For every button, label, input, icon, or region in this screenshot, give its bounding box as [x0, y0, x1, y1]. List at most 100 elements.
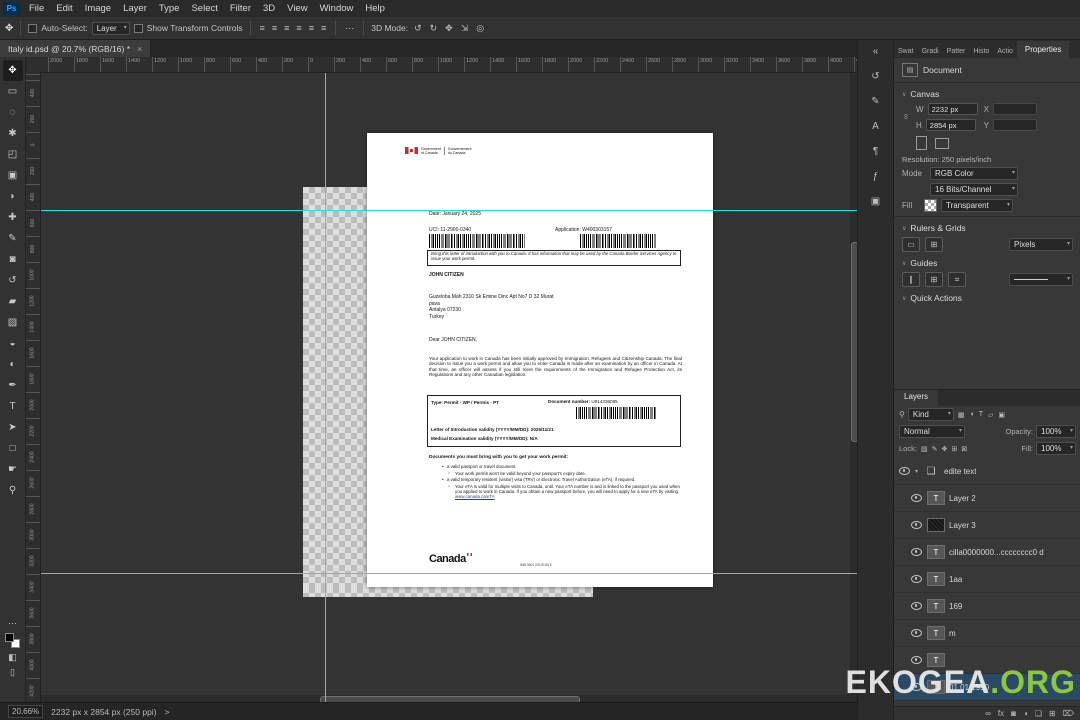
lock-transparency-icon[interactable]: ▨ — [920, 445, 929, 453]
group-expand-icon[interactable]: ▾ — [915, 468, 918, 475]
visibility-eye-icon[interactable] — [911, 602, 922, 610]
guides-section-header[interactable]: ∨ Guides — [902, 258, 1073, 268]
fill-select[interactable]: Transparent — [941, 199, 1013, 212]
distribute-bottom-icon[interactable]: ≡ — [319, 23, 328, 33]
scale-3d-icon[interactable]: ◎ — [474, 23, 486, 34]
quick-mask-icon[interactable]: ◧ — [6, 652, 19, 663]
distribute-middle-icon[interactable]: ≡ — [307, 23, 316, 33]
lock-artboard-icon[interactable]: ⊞ — [950, 445, 958, 453]
layer-thumbnail[interactable] — [922, 464, 940, 478]
align-center-icon[interactable]: ≡ — [270, 23, 279, 33]
delete-layer-icon[interactable]: ⌦ — [1063, 709, 1074, 718]
layer-group-icon[interactable]: ❏ — [1035, 709, 1042, 718]
vertical-scrollbar[interactable] — [850, 72, 857, 702]
auto-select-checkbox[interactable] — [28, 23, 38, 33]
lock-position-icon[interactable]: ✥ — [940, 445, 948, 453]
ruler-units-select[interactable]: Pixels — [1009, 238, 1073, 251]
panel-tab[interactable]: Properties — [1016, 41, 1070, 58]
visibility-eye-icon[interactable] — [911, 656, 922, 664]
character-panel-icon[interactable]: A — [872, 121, 879, 132]
collapse-panels-icon[interactable]: « — [873, 46, 879, 57]
layer-thumbnail[interactable] — [927, 491, 945, 505]
zoom-level-field[interactable]: 20.66% — [8, 705, 44, 718]
horizontal-scrollbar[interactable] — [40, 695, 850, 702]
vertical-ruler[interactable]: 400 200 0 200 400 600 800 1000 1200 1400 1600 1800 2… — [26, 72, 41, 702]
auto-select-target-select[interactable]: Layer — [91, 21, 130, 35]
distribute-top-icon[interactable]: ≡ — [294, 23, 303, 33]
paragraph-panel-icon[interactable]: ¶ — [873, 146, 878, 157]
menu-item[interactable]: Filter — [224, 0, 257, 17]
canvas-width-field[interactable]: 2232 px — [927, 103, 978, 115]
layer-row[interactable]: ▾ m — [894, 620, 1080, 647]
layer-thumbnail[interactable] — [927, 626, 945, 640]
adjustment-layer-icon[interactable]: ◑ — [1023, 709, 1028, 718]
layer-thumbnail[interactable] — [927, 599, 945, 613]
align-right-icon[interactable]: ≡ — [282, 23, 291, 33]
quick-actions-section-header[interactable]: ∨ Quick Actions — [902, 293, 1073, 303]
marquee-tool[interactable]: ▭ — [3, 81, 23, 102]
current-tool-icon[interactable]: ✥ — [5, 23, 13, 34]
brushes-panel-icon[interactable]: ✎ — [871, 96, 879, 107]
menu-item[interactable]: 3D — [257, 0, 281, 17]
guide-vertical[interactable] — [325, 72, 326, 702]
visibility-eye-icon[interactable] — [899, 467, 910, 475]
roll-3d-icon[interactable]: ↻ — [428, 23, 440, 34]
blur-tool[interactable]: ◒ — [3, 333, 23, 354]
tab-layers[interactable]: Layers — [894, 390, 939, 406]
link-dimensions-icon[interactable]: ∞ — [902, 113, 911, 121]
clear-guides-icon[interactable]: ⌗ — [948, 272, 966, 287]
foreground-color-swatch[interactable] — [5, 633, 14, 642]
layer-name[interactable]: m — [949, 629, 956, 638]
link-layers-icon[interactable]: ∞ — [985, 709, 991, 718]
healing-brush-tool[interactable]: ✚ — [3, 207, 23, 228]
toggle-rulers-icon[interactable]: ▭ — [902, 237, 920, 252]
visibility-eye-icon[interactable] — [911, 521, 922, 529]
layer-row[interactable]: ▾ Layer 3 — [894, 512, 1080, 539]
glyphs-panel-icon[interactable]: ƒ — [873, 171, 879, 182]
layer-name[interactable]: Layer 2 — [949, 494, 976, 503]
menu-item[interactable]: Window — [314, 0, 360, 17]
filter-pixel-layers-icon[interactable]: ▦ — [957, 411, 966, 419]
lock-all-icon[interactable]: ⊠ — [960, 445, 968, 453]
libraries-panel-icon[interactable]: ▣ — [871, 196, 880, 207]
layer-row[interactable]: ▾ cilla0000000...cccccccc0 d — [894, 539, 1080, 566]
layer-name[interactable]: 169 — [949, 602, 962, 611]
canvas-height-field[interactable]: 2854 px — [925, 119, 976, 131]
visibility-eye-icon[interactable] — [911, 629, 922, 637]
canvas-viewport[interactable]: Government of Canada Gouvernement du Canad… — [40, 72, 857, 702]
menu-item[interactable]: Image — [79, 0, 117, 17]
layer-row[interactable]: ▾ 1aa — [894, 566, 1080, 593]
layer-thumbnail[interactable] — [927, 518, 945, 532]
guide-style-select[interactable] — [1009, 273, 1073, 286]
canvas-y-field[interactable] — [992, 119, 1037, 131]
layer-effects-icon[interactable]: fx — [998, 709, 1004, 718]
path-selection-tool[interactable]: ➤ — [3, 417, 23, 438]
canvas-section-header[interactable]: ∨ Canvas — [902, 89, 1073, 99]
layer-row[interactable]: ▾ 169 — [894, 593, 1080, 620]
more-options-icon[interactable]: ⋯ — [343, 23, 356, 34]
document-tab[interactable]: Italy id.psd @ 20.7% (RGB/16) * × — [0, 40, 152, 57]
eraser-tool[interactable]: ▰ — [3, 291, 23, 312]
visibility-eye-icon[interactable] — [911, 575, 922, 583]
landscape-orientation-button[interactable] — [935, 137, 949, 149]
menu-item[interactable]: File — [23, 0, 50, 17]
filter-smart-object-icon[interactable]: ▣ — [997, 411, 1006, 419]
type-tool[interactable]: T — [3, 396, 23, 417]
toggle-guides-icon[interactable]: ∥ — [902, 272, 920, 287]
history-brush-tool[interactable]: ↺ — [3, 270, 23, 291]
guide-horizontal[interactable] — [40, 210, 857, 211]
filter-shape-layers-icon[interactable]: ▱ — [987, 411, 994, 419]
ruler-origin-corner[interactable] — [26, 57, 41, 73]
slide-3d-icon[interactable]: ⇲ — [459, 23, 471, 34]
history-panel-icon[interactable]: ↺ — [871, 71, 879, 82]
crop-tool[interactable]: ◰ — [3, 144, 23, 165]
filter-type-layers-icon[interactable]: T — [978, 411, 984, 419]
layer-name[interactable]: cilla0000000...cccccccc0 d — [949, 548, 1044, 557]
brush-tool[interactable]: ✎ — [3, 228, 23, 249]
portrait-orientation-button[interactable] — [916, 136, 927, 150]
pen-tool[interactable]: ✒ — [3, 375, 23, 396]
layer-row[interactable]: ▾ Layer 2 — [894, 485, 1080, 512]
layer-row[interactable]: ▾ edite text — [894, 458, 1080, 485]
layer-name[interactable]: Layer 3 — [949, 521, 976, 530]
layer-name[interactable]: edite text — [944, 467, 976, 476]
